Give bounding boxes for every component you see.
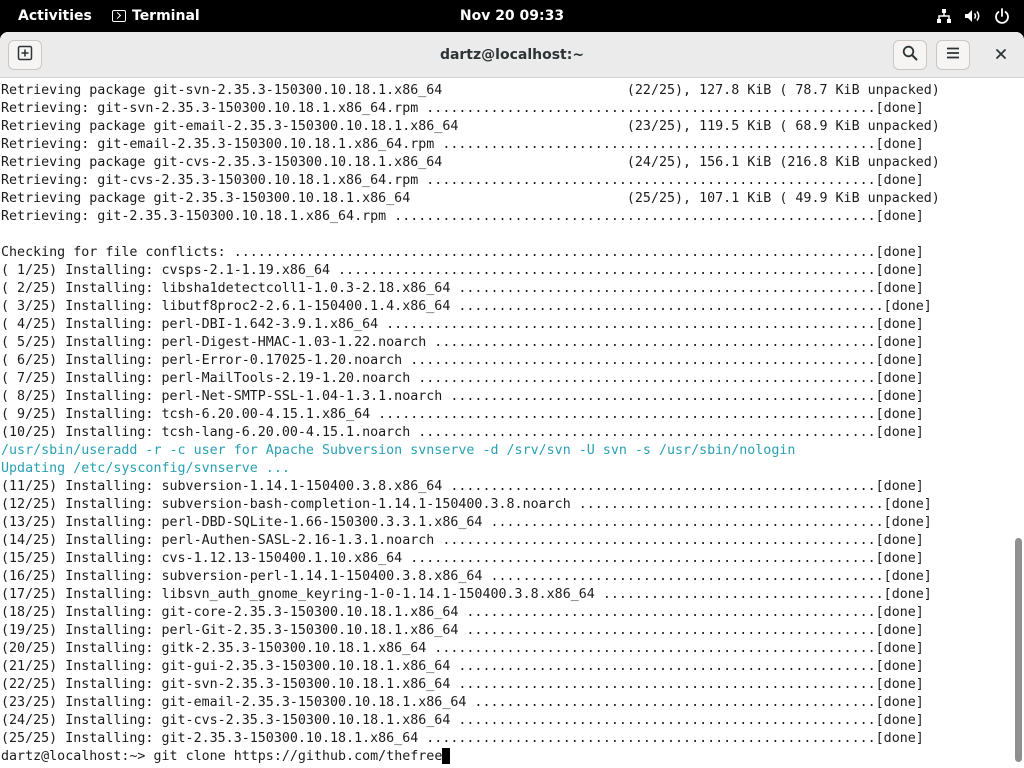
terminal-line: (14/25) Installing: perl-Authen-SASL-2.1… (1, 533, 924, 548)
terminal-line: Retrieving: git-email-2.35.3-150300.10.1… (1, 137, 924, 152)
typed-command[interactable]: git clone https://github.com/thefree (153, 748, 442, 766)
terminal-line: (13/25) Installing: perl-DBD-SQLite-1.66… (1, 515, 932, 530)
window-title: dartz@localhost:~ (439, 47, 585, 63)
terminal-line: (16/25) Installing: subversion-perl-1.14… (1, 569, 932, 584)
terminal-line: (18/25) Installing: git-core-2.35.3-1503… (1, 605, 924, 620)
terminal-line: ( 4/25) Installing: perl-DBI-1.642-3.9.1… (1, 317, 924, 332)
terminal-line: (11/25) Installing: subversion-1.14.1-15… (1, 479, 924, 494)
terminal-line: ( 6/25) Installing: perl-Error-0.17025-1… (1, 353, 924, 368)
terminal-line: Retrieving package git-svn-2.35.3-150300… (1, 83, 940, 98)
terminal-line: Retrieving package git-email-2.35.3-1503… (1, 119, 940, 134)
terminal-line: (17/25) Installing: libsvn_auth_gnome_ke… (1, 587, 932, 602)
terminal-line: ( 7/25) Installing: perl-MailTools-2.19-… (1, 371, 924, 386)
terminal-line: (15/25) Installing: cvs-1.12.13-150400.1… (1, 551, 924, 566)
terminal-line: ( 5/25) Installing: perl-Digest-HMAC-1.0… (1, 335, 924, 350)
system-tray[interactable] (936, 0, 1010, 32)
search-button[interactable] (893, 40, 927, 70)
terminal-line: Updating /etc/sysconfig/svnserve ... (1, 461, 290, 476)
clock[interactable]: Nov 20 09:33 (442, 0, 582, 32)
terminal-line: Retrieving: git-svn-2.35.3-150300.10.18.… (1, 101, 924, 116)
terminal-window: dartz@localhost:~ Retrieving package git… (0, 32, 1024, 768)
shell-prompt: dartz@localhost:~> (1, 749, 154, 764)
activities-button[interactable]: Activities (8, 0, 102, 32)
close-icon (994, 46, 1008, 65)
power-icon (994, 8, 1010, 24)
terminal-line: (12/25) Installing: subversion-bash-comp… (1, 497, 932, 512)
terminal-line: Retrieving package git-cvs-2.35.3-150300… (1, 155, 940, 170)
scrollbar-thumb[interactable] (1015, 538, 1022, 762)
terminal-app-icon (112, 10, 126, 22)
terminal-output[interactable]: Retrieving package git-svn-2.35.3-150300… (0, 78, 1012, 768)
hamburger-menu-icon (945, 45, 961, 65)
terminal-line: (25/25) Installing: git-2.35.3-150300.10… (1, 731, 924, 746)
terminal-line: ( 9/25) Installing: tcsh-6.20.00-4.15.1.… (1, 407, 924, 422)
terminal-line: Checking for file conflicts: ...........… (1, 245, 924, 260)
network-icon (936, 8, 952, 24)
prompt-line[interactable]: dartz@localhost:~> git clone https://git… (1, 748, 940, 766)
app-menu-label: Terminal (132, 8, 200, 24)
terminal-line: Retrieving package git-2.35.3-150300.10.… (1, 191, 940, 206)
terminal-line: ( 1/25) Installing: cvsps-2.1-1.19.x86_6… (1, 263, 924, 278)
close-window-button[interactable] (984, 40, 1018, 70)
header-bar: dartz@localhost:~ (0, 32, 1024, 78)
app-menu-button[interactable]: Terminal (112, 0, 200, 32)
terminal-line: Retrieving: git-cvs-2.35.3-150300.10.18.… (1, 173, 924, 188)
menu-button[interactable] (936, 40, 970, 70)
terminal-line: Retrieving: git-2.35.3-150300.10.18.1.x8… (1, 209, 924, 224)
text-cursor (442, 748, 451, 764)
scrollbar[interactable] (1012, 78, 1024, 768)
volume-icon (964, 8, 982, 24)
terminal-line: ( 3/25) Installing: libutf8proc2-2.6.1-1… (1, 299, 932, 314)
terminal-line: (24/25) Installing: git-cvs-2.35.3-15030… (1, 713, 924, 728)
search-icon (902, 45, 918, 65)
terminal-line: (10/25) Installing: tcsh-lang-6.20.00-4.… (1, 425, 924, 440)
terminal-line: (20/25) Installing: gitk-2.35.3-150300.1… (1, 641, 924, 656)
terminal-lines: Retrieving package git-svn-2.35.3-150300… (1, 82, 940, 766)
terminal-line: (23/25) Installing: git-email-2.35.3-150… (1, 695, 924, 710)
terminal-line: ( 2/25) Installing: libsha1detectcoll1-1… (1, 281, 924, 296)
terminal-line: ( 8/25) Installing: perl-Net-SMTP-SSL-1.… (1, 389, 924, 404)
terminal-line: (22/25) Installing: git-svn-2.35.3-15030… (1, 677, 924, 692)
terminal-line: /usr/sbin/useradd -r -c user for Apache … (1, 443, 796, 458)
terminal-line: (21/25) Installing: git-gui-2.35.3-15030… (1, 659, 924, 674)
terminal-line: (19/25) Installing: perl-Git-2.35.3-1503… (1, 623, 924, 638)
top-bar: Activities Terminal Nov 20 09:33 (0, 0, 1024, 32)
